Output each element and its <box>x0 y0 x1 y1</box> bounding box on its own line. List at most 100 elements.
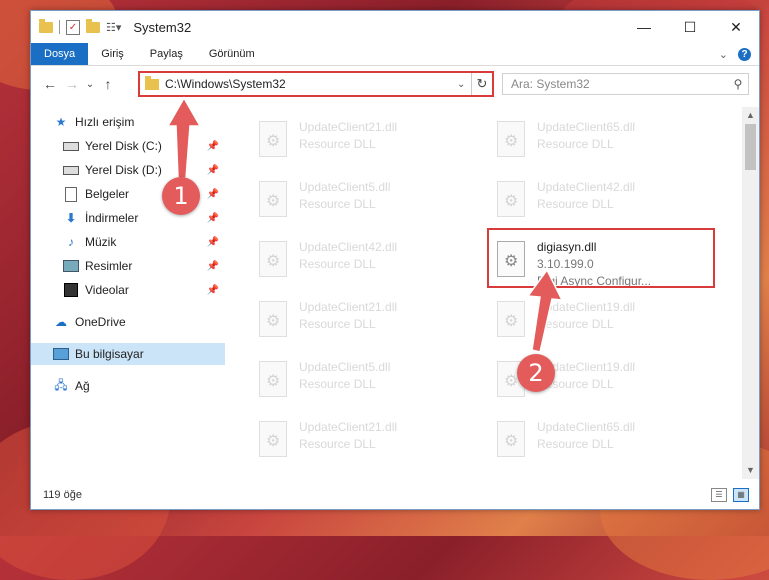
sidebar-item-label: Resimler <box>85 259 133 273</box>
file-name: UpdateClient21.dll <box>299 120 398 134</box>
step-marker-2: 2 <box>517 354 555 392</box>
file-tile[interactable]: ⚙ UpdateClient65.dll Resource DLL <box>465 417 685 467</box>
file-type: Resource DLL <box>299 257 376 271</box>
forward-button[interactable]: → <box>61 76 83 92</box>
file-name: UpdateClient5.dll <box>299 180 391 194</box>
documents-icon <box>63 186 79 202</box>
sidebar-item-local-disk-d[interactable]: Yerel Disk (D:) 📌 <box>31 159 225 181</box>
pin-icon[interactable]: 📌 <box>205 189 221 200</box>
star-icon: ★ <box>55 115 67 129</box>
minimize-button[interactable]: — <box>621 11 667 43</box>
address-bar[interactable]: C:\Windows\System32 ⌄ ↻ <box>138 71 494 97</box>
highlight-box <box>487 228 715 288</box>
sidebar-item-network[interactable]: 🖧 Ağ <box>31 375 225 397</box>
file-tile[interactable]: ⚙ UpdateClient5.dll Resource DLL <box>227 177 447 227</box>
file-tile[interactable]: ⚙ UpdateClient21.dll Resource DLL <box>227 117 447 167</box>
sidebar-item-quick-access[interactable]: ★ Hızlı erişim <box>31 111 225 133</box>
file-name: UpdateClient42.dll <box>537 180 636 194</box>
details-view-icon[interactable]: ☰ <box>711 488 727 502</box>
chevron-down-icon[interactable]: ⌄ <box>719 48 728 61</box>
search-input[interactable]: Ara: System32 ⚲ <box>502 73 749 95</box>
tab-home[interactable]: Giriş <box>88 43 137 65</box>
sidebar-item-downloads[interactable]: ⬇ İndirmeler 📌 <box>31 207 225 229</box>
pin-icon[interactable]: 📌 <box>205 261 221 272</box>
videos-icon <box>63 283 79 297</box>
ribbon-tabs: Dosya Giriş Paylaş Görünüm ⌄ ? <box>31 43 759 66</box>
search-placeholder[interactable]: Ara: System32 <box>503 77 728 91</box>
file-type: Resource DLL <box>299 437 376 451</box>
dll-file-icon: ⚙ <box>257 301 287 337</box>
file-name: UpdateClient5.dll <box>299 360 391 374</box>
tiles-view-icon[interactable]: ▦ <box>733 488 749 502</box>
file-name: UpdateClient21.dll <box>299 420 398 434</box>
search-icon[interactable]: ⚲ <box>728 77 748 91</box>
sidebar-item-onedrive[interactable]: ☁ OneDrive <box>31 311 225 333</box>
window-title: System32 <box>133 19 192 35</box>
file-tile[interactable]: ⚙ UpdateClient19.dll Resource DLL <box>465 357 685 407</box>
pin-icon[interactable]: 📌 <box>205 165 221 176</box>
dll-file-icon: ⚙ <box>495 421 525 457</box>
sidebar-item-videos[interactable]: Videolar 📌 <box>31 279 225 301</box>
sidebar-item-label: Yerel Disk (D:) <box>85 163 162 177</box>
file-explorer-window: ✓ ☷▾ System32 — ☐ ✕ Dosya Giriş Paylaş G… <box>30 10 760 510</box>
sidebar-item-label: Ağ <box>75 379 90 393</box>
dll-file-icon: ⚙ <box>257 121 287 157</box>
maximize-button[interactable]: ☐ <box>667 11 713 43</box>
customize-toolbar-icon[interactable]: ☷▾ <box>106 21 121 34</box>
dll-file-icon: ⚙ <box>257 421 287 457</box>
sidebar-item-local-disk-c[interactable]: Yerel Disk (C:) 📌 <box>31 135 225 157</box>
scroll-up-icon[interactable]: ▲ <box>742 107 759 124</box>
drive-icon <box>63 139 79 153</box>
address-path[interactable]: C:\Windows\System32 <box>165 77 457 91</box>
scrollbar-thumb[interactable] <box>745 124 756 170</box>
help-icon[interactable]: ? <box>738 47 751 61</box>
properties-icon[interactable]: ✓ <box>66 19 80 35</box>
dll-file-icon: ⚙ <box>495 121 525 157</box>
window-controls: — ☐ ✕ <box>621 11 759 43</box>
dll-file-icon: ⚙ <box>257 181 287 217</box>
vertical-scrollbar[interactable]: ▲ ▼ <box>742 107 759 479</box>
close-button[interactable]: ✕ <box>713 11 759 43</box>
file-tile[interactable]: ⚙ UpdateClient42.dll Resource DLL <box>227 237 447 287</box>
navigation-bar: ← → ⌄ ↑ C:\Windows\System32 ⌄ ↻ Ara: Sys… <box>31 69 759 99</box>
sidebar-item-label: Hızlı erişim <box>75 115 135 129</box>
new-folder-icon[interactable] <box>86 18 100 33</box>
file-tile[interactable]: ⚙ UpdateClient5.dll Resource DLL <box>227 357 447 407</box>
file-tile[interactable]: ⚙ UpdateClient21.dll Resource DLL <box>227 297 447 347</box>
pin-icon[interactable]: 📌 <box>205 285 221 296</box>
drive-icon <box>63 163 79 177</box>
computer-icon <box>53 347 69 361</box>
up-button[interactable]: ↑ <box>97 76 119 92</box>
tab-share[interactable]: Paylaş <box>137 43 196 65</box>
back-button[interactable]: ← <box>39 76 61 92</box>
pin-icon[interactable]: 📌 <box>205 213 221 224</box>
file-type: Resource DLL <box>299 377 376 391</box>
file-list: ⚙ UpdateClient21.dll Resource DLL ⚙ Updat… <box>227 107 741 477</box>
file-tile[interactable]: ⚙ UpdateClient42.dll Resource DLL <box>465 177 685 227</box>
sidebar-item-this-pc[interactable]: Bu bilgisayar <box>31 343 225 365</box>
scroll-down-icon[interactable]: ▼ <box>742 462 759 479</box>
pin-icon[interactable]: 📌 <box>205 237 221 248</box>
file-tile[interactable]: ⚙ UpdateClient65.dll Resource DLL <box>465 117 685 167</box>
recent-locations-button[interactable]: ⌄ <box>83 79 97 90</box>
quick-access-toolbar: ✓ ☷▾ <box>31 18 121 35</box>
file-type: Resource DLL <box>537 437 614 451</box>
item-count: 119 öğe <box>43 489 82 501</box>
pin-icon[interactable]: 📌 <box>205 141 221 152</box>
file-tile[interactable]: ⚙ UpdateClient21.dll Resource DLL <box>227 417 447 467</box>
sidebar-item-pictures[interactable]: Resimler 📌 <box>31 255 225 277</box>
file-tile[interactable]: ⚙ UpdateClient19.dll Resource DLL <box>465 297 685 347</box>
tab-view[interactable]: Görünüm <box>196 43 268 65</box>
sidebar-item-label: Videolar <box>85 283 129 297</box>
download-icon: ⬇ <box>65 211 77 225</box>
chevron-down-icon[interactable]: ⌄ <box>457 79 471 90</box>
file-name: UpdateClient65.dll <box>537 420 636 434</box>
dll-file-icon: ⚙ <box>257 241 287 277</box>
refresh-button[interactable]: ↻ <box>471 73 492 95</box>
file-name: UpdateClient65.dll <box>537 120 636 134</box>
file-name: UpdateClient21.dll <box>299 300 398 314</box>
sidebar-item-music[interactable]: ♪ Müzik 📌 <box>31 231 225 253</box>
navigation-pane: ★ Hızlı erişim Yerel Disk (C:) 📌 Yerel D… <box>31 107 225 477</box>
tab-file[interactable]: Dosya <box>31 43 89 65</box>
file-type: Resource DLL <box>299 137 376 151</box>
